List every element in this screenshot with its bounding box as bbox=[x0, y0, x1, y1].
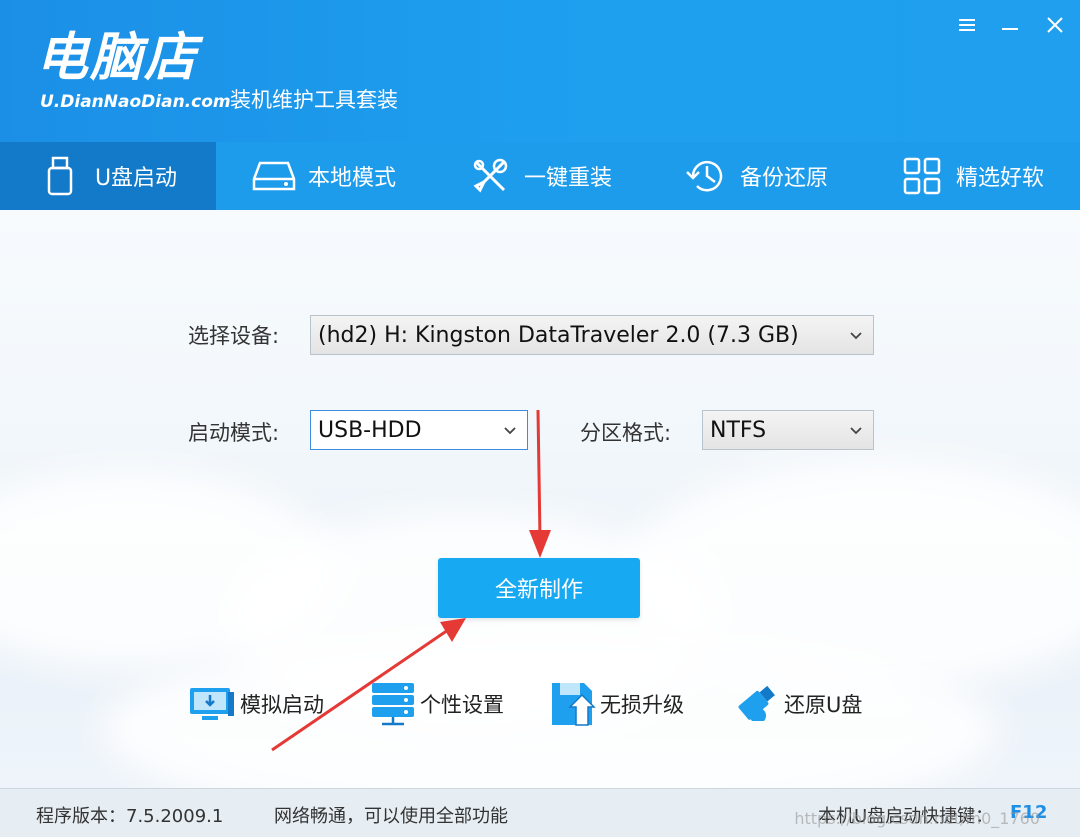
close-icon bbox=[1047, 17, 1063, 33]
main-nav: U盘启动 本地模式 一键重装 备份还原 精选好软 bbox=[0, 142, 1080, 210]
tool-label: 还原U盘 bbox=[784, 693, 863, 717]
tab-label: 本地模式 bbox=[307, 166, 396, 191]
tab-label: 精选好软 bbox=[955, 166, 1044, 191]
boot-mode-value: USB-HDD bbox=[318, 417, 422, 443]
main-panel: 选择设备: (hd2) H: Kingston DataTraveler 2.0… bbox=[0, 210, 1080, 788]
app-window: 电脑店 U.DianNaoDian.com 装机维护工具套装 U盘启动 本地模式… bbox=[0, 0, 1080, 837]
lossless-upgrade-button[interactable]: 无损升级 bbox=[550, 680, 684, 728]
network-status: 网络畅通，可以使用全部功能 bbox=[274, 806, 508, 827]
tab-label: U盘启动 bbox=[94, 166, 178, 191]
tab-selected-software[interactable]: 精选好软 bbox=[864, 142, 1080, 210]
server-settings-icon bbox=[372, 683, 414, 726]
tool-label: 无损升级 bbox=[600, 693, 684, 717]
device-select[interactable]: (hd2) H: Kingston DataTraveler 2.0 (7.3 … bbox=[310, 315, 874, 355]
chevron-down-icon bbox=[504, 427, 516, 435]
menu-button[interactable] bbox=[952, 10, 982, 40]
partition-select[interactable]: NTFS bbox=[702, 410, 874, 450]
chevron-down-icon bbox=[850, 427, 862, 435]
app-logo: 电脑店 bbox=[36, 28, 199, 88]
apps-grid-icon bbox=[900, 154, 944, 198]
restore-usb-button[interactable]: 还原U盘 bbox=[730, 680, 862, 728]
chevron-down-icon bbox=[850, 332, 862, 340]
boot-mode-select[interactable]: USB-HDD bbox=[310, 410, 528, 450]
tool-label: 个性设置 bbox=[420, 693, 504, 717]
tab-label: 一键重装 bbox=[523, 166, 612, 191]
app-tagline: 装机维护工具套装 bbox=[230, 88, 398, 112]
create-new-button[interactable]: 全新制作 bbox=[438, 558, 640, 618]
hard-disk-icon bbox=[252, 154, 296, 198]
tab-label: 备份还原 bbox=[739, 166, 828, 191]
minimize-button[interactable] bbox=[995, 10, 1025, 40]
tool-label: 模拟启动 bbox=[240, 693, 324, 717]
tab-usb-boot[interactable]: U盘启动 bbox=[0, 142, 216, 210]
tab-local-mode[interactable]: 本地模式 bbox=[216, 142, 432, 210]
minimize-icon bbox=[1002, 28, 1018, 30]
history-icon bbox=[684, 154, 728, 198]
device-label: 选择设备: bbox=[188, 324, 280, 348]
device-select-value: (hd2) H: Kingston DataTraveler 2.0 (7.3 … bbox=[318, 322, 799, 348]
tab-one-click-reinstall[interactable]: 一键重装 bbox=[432, 142, 648, 210]
version-text: 程序版本：7.5.2009.1 bbox=[36, 806, 224, 827]
logo-url: U.DianNaoDian.com bbox=[40, 92, 231, 112]
floppy-upgrade-icon bbox=[552, 683, 596, 726]
partition-label: 分区格式: bbox=[580, 421, 672, 445]
app-header: 电脑店 U.DianNaoDian.com 装机维护工具套装 bbox=[0, 0, 1080, 142]
usb-restore-icon bbox=[738, 685, 775, 721]
usb-drive-icon bbox=[39, 154, 83, 198]
close-button[interactable] bbox=[1040, 10, 1070, 40]
monitor-download-icon bbox=[190, 688, 234, 720]
partition-value: NTFS bbox=[710, 417, 767, 443]
tools-icon bbox=[468, 154, 512, 198]
status-bar: 程序版本：7.5.2009.1 网络畅通，可以使用全部功能 本机U盘启动快捷键：… bbox=[0, 788, 1080, 837]
watermark: https://blog.csdn.net/m0_1760 bbox=[794, 809, 1040, 828]
boot-mode-label: 启动模式: bbox=[188, 421, 280, 445]
menu-icon bbox=[959, 19, 975, 31]
personal-settings-button[interactable]: 个性设置 bbox=[370, 680, 504, 728]
simulate-boot-button[interactable]: 模拟启动 bbox=[188, 680, 324, 728]
tab-backup-restore[interactable]: 备份还原 bbox=[648, 142, 864, 210]
